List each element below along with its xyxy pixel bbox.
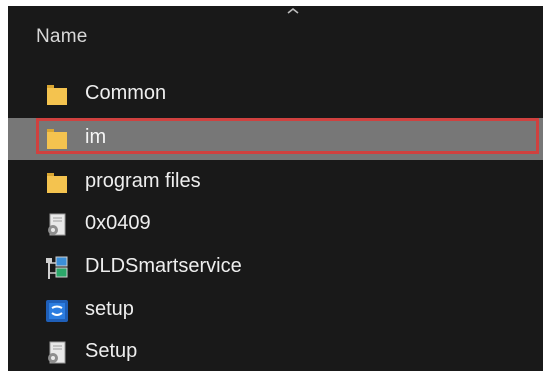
file-row-setup-settings[interactable]: Setup: [8, 332, 543, 371]
file-list-pane: Name Common im program files 0x0409 DLDS…: [8, 6, 543, 371]
file-name: program files: [85, 170, 201, 192]
file-row-common[interactable]: Common: [8, 74, 543, 116]
folder-icon: [47, 85, 67, 105]
file-row-dldsmartservice[interactable]: DLDSmartservice: [8, 247, 543, 289]
screenshot-frame: Name Common im program files 0x0409 DLDS…: [0, 0, 543, 371]
name-column-header[interactable]: Name: [36, 26, 87, 48]
settings-file-icon: [48, 213, 66, 236]
sort-ascending-icon[interactable]: [286, 6, 300, 16]
folder-icon: [47, 129, 67, 149]
file-name: setup: [85, 298, 134, 320]
folder-icon: [47, 173, 67, 193]
setup-app-icon: [46, 300, 68, 322]
file-name: Setup: [85, 340, 138, 362]
file-row-setup-app[interactable]: setup: [8, 290, 543, 332]
file-name: 0x0409: [85, 212, 151, 234]
settings-file-icon: [48, 341, 66, 364]
file-name: DLDSmartservice: [85, 255, 242, 277]
file-name: Common: [85, 82, 167, 104]
highlight-box: [36, 118, 539, 154]
file-row-0x0409[interactable]: 0x0409: [8, 204, 543, 246]
column-header[interactable]: Name: [8, 6, 543, 66]
network-app-icon: [46, 256, 68, 279]
file-row-im[interactable]: im: [8, 118, 543, 160]
file-row-program-files[interactable]: program files: [8, 162, 543, 204]
file-name: im: [85, 126, 107, 148]
